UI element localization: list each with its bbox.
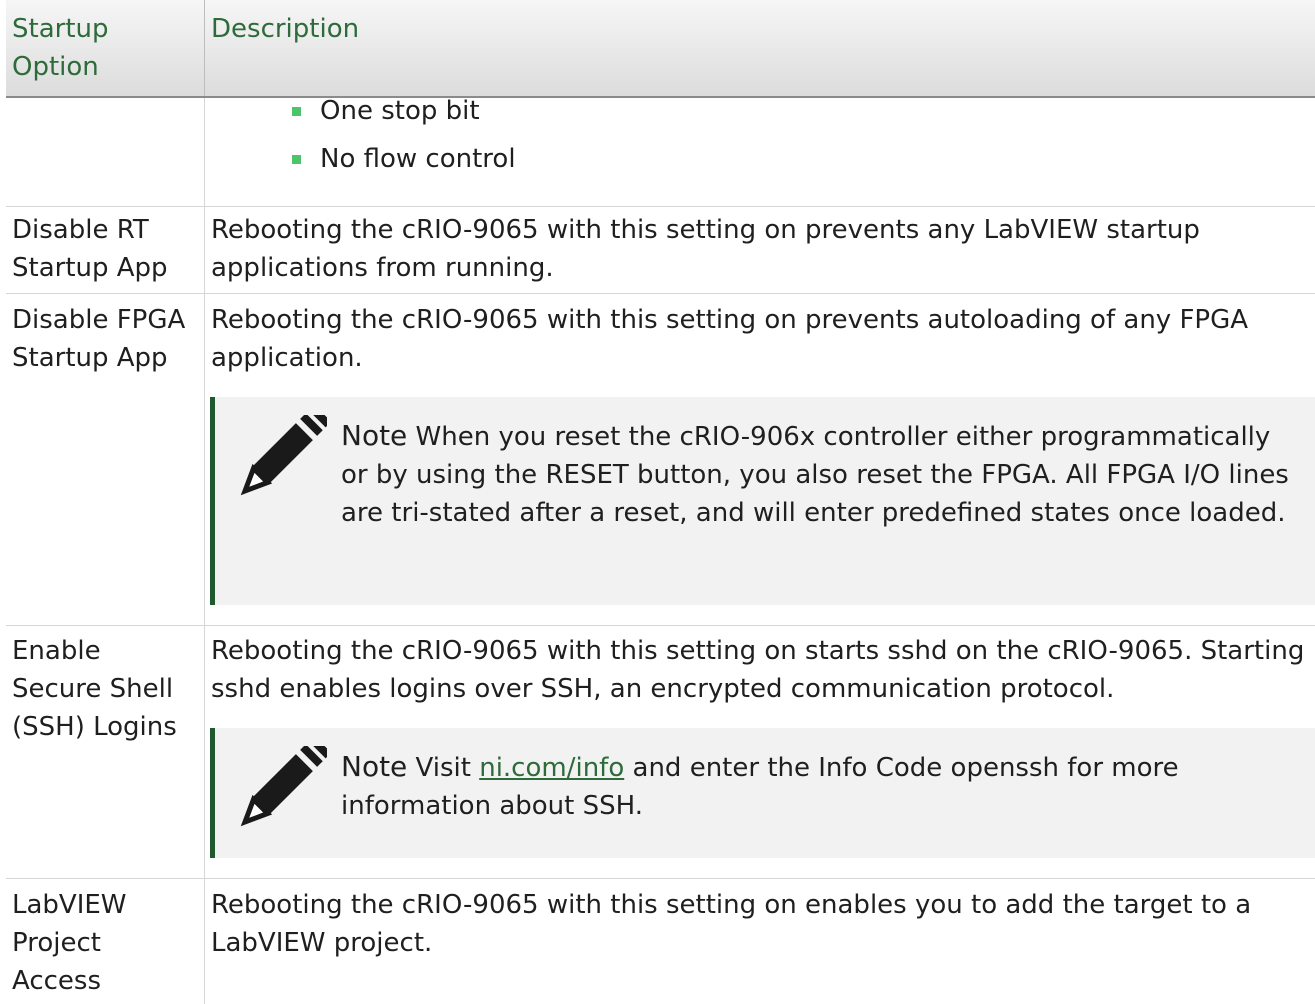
note-box: Note When you reset the cRIO-906x contro… bbox=[210, 397, 1315, 605]
pencil-icon bbox=[240, 415, 327, 496]
option-disable-fpga: Disable FPGA Startup App bbox=[12, 305, 186, 373]
note-text: Note Visit ni.com/info and enter the Inf… bbox=[341, 750, 1179, 821]
column-divider bbox=[204, 0, 205, 1004]
row-divider bbox=[6, 293, 1315, 294]
header-description: Description bbox=[211, 14, 360, 44]
bullet-icon bbox=[292, 155, 301, 164]
row-divider bbox=[6, 878, 1315, 879]
note-text: Note When you reset the cRIO-906x contro… bbox=[341, 419, 1289, 528]
row-divider bbox=[6, 206, 1315, 207]
description-enable-ssh: Rebooting the cRIO-9065 with this settin… bbox=[211, 636, 1305, 704]
option-labview-project: LabVIEW Project Access bbox=[12, 890, 127, 996]
bullet-icon bbox=[292, 107, 301, 116]
description-disable-rt: Rebooting the cRIO-9065 with this settin… bbox=[211, 215, 1200, 283]
description-disable-fpga: Rebooting the cRIO-9065 with this settin… bbox=[211, 305, 1249, 373]
ni-info-link[interactable]: ni.com/info bbox=[479, 753, 624, 783]
row-divider bbox=[6, 625, 1315, 626]
header-divider bbox=[204, 0, 205, 96]
option-disable-rt: Disable RT Startup App bbox=[12, 215, 168, 283]
note-label: Note bbox=[341, 750, 408, 783]
header-startup-option: Startup Option bbox=[12, 14, 109, 82]
note-label: Note bbox=[341, 419, 408, 452]
table-header: Startup Option Description bbox=[6, 0, 1315, 98]
description-labview-project: Rebooting the cRIO-9065 with this settin… bbox=[211, 890, 1252, 958]
pencil-icon bbox=[240, 746, 327, 827]
note-box: Note Visit ni.com/info and enter the Inf… bbox=[210, 728, 1315, 858]
option-enable-ssh: Enable Secure Shell (SSH) Logins bbox=[12, 636, 177, 742]
